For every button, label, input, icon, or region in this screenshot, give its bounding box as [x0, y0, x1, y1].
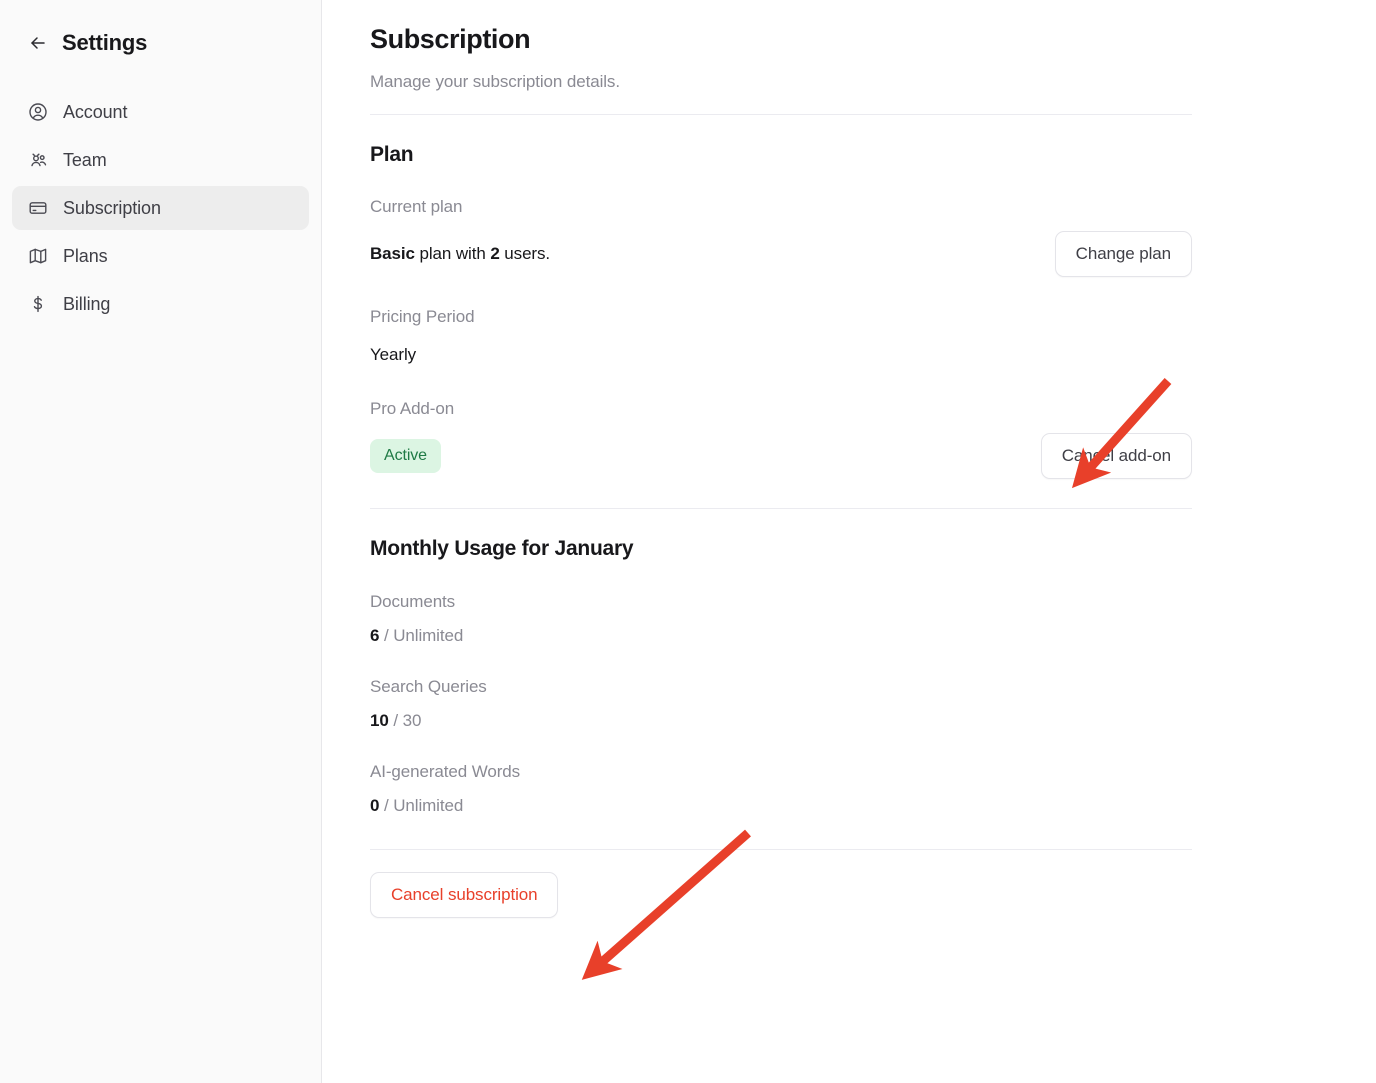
- current-plan-user-count: 2: [490, 244, 500, 263]
- current-plan-label: Current plan: [370, 197, 463, 216]
- dollar-icon: [28, 294, 48, 314]
- change-plan-button[interactable]: Change plan: [1054, 231, 1192, 277]
- plan-section-heading: Plan: [370, 143, 414, 166]
- sidebar-item-team[interactable]: Team: [12, 138, 309, 182]
- current-plan-mid-text: plan with: [414, 244, 491, 263]
- sidebar-item-label: Plans: [63, 245, 108, 266]
- status-badge: Active: [370, 439, 441, 473]
- sidebar-header: Settings: [0, 22, 321, 64]
- usage-used: 10: [370, 711, 389, 730]
- divider-top: [370, 114, 1192, 115]
- map-icon: [28, 246, 48, 266]
- usage-used: 6: [370, 626, 380, 645]
- usage-limit: Unlimited: [393, 796, 464, 815]
- pro-addon-label: Pro Add-on: [370, 399, 455, 418]
- current-plan-name: Basic: [370, 244, 415, 263]
- usage-separator: /: [379, 796, 394, 815]
- settings-title: Settings: [62, 30, 148, 55]
- sidebar-item-billing[interactable]: Billing: [12, 282, 309, 326]
- usage-metric-value: 10 / 30: [370, 711, 1192, 731]
- divider-middle: [370, 508, 1192, 509]
- usage-limit: 30: [402, 711, 422, 730]
- pricing-period-label: Pricing Period: [370, 307, 475, 326]
- main-content: Subscription Manage your subscription de…: [322, 0, 1376, 1083]
- page-title: Subscription: [370, 24, 531, 54]
- sidebar-item-subscription[interactable]: Subscription: [12, 186, 309, 230]
- content-column: Subscription Manage your subscription de…: [370, 22, 1192, 918]
- usage-limit: Unlimited: [393, 626, 464, 645]
- usage-used: 0: [370, 796, 380, 815]
- sidebar-item-label: Account: [63, 101, 128, 122]
- sidebar-item-label: Team: [63, 149, 107, 170]
- pro-addon-row: Active Cancel add-on: [370, 433, 1192, 479]
- cancel-subscription-button[interactable]: Cancel subscription: [370, 872, 559, 918]
- usage-separator: /: [379, 626, 394, 645]
- current-plan-row: Basic plan with 2 users. Change plan: [370, 231, 1192, 277]
- sidebar-item-plans[interactable]: Plans: [12, 234, 309, 278]
- pricing-period-row: Yearly: [370, 341, 1192, 369]
- footer-actions: Cancel subscription: [370, 872, 1192, 918]
- credit-card-icon: [28, 198, 48, 218]
- pricing-period-value: Yearly: [370, 345, 417, 364]
- cancel-add-on-button[interactable]: Cancel add-on: [1040, 433, 1192, 479]
- usage-metric-label: Documents: [370, 592, 456, 611]
- usage-separator: /: [388, 711, 403, 730]
- usage-metric-value: 0 / Unlimited: [370, 796, 1192, 816]
- page-subtitle: Manage your subscription details.: [370, 72, 620, 91]
- sidebar-nav: Account Team Subscription Plans Billing: [0, 90, 321, 326]
- user-circle-icon: [28, 102, 48, 122]
- usage-metric-value: 6 / Unlimited: [370, 626, 1192, 646]
- settings-subscription-page: Settings Account Team Subscription Plans…: [0, 0, 1376, 1083]
- settings-sidebar: Settings Account Team Subscription Plans…: [0, 0, 322, 1083]
- current-plan-value: Basic plan with 2 users.: [370, 244, 550, 264]
- sidebar-item-account[interactable]: Account: [12, 90, 309, 134]
- current-plan-end-text: users.: [499, 244, 551, 263]
- usage-metric-label: Search Queries: [370, 677, 487, 696]
- divider-bottom: [370, 849, 1192, 850]
- users-icon: [28, 150, 48, 170]
- arrow-left-icon[interactable]: [28, 33, 48, 53]
- sidebar-item-label: Billing: [63, 293, 111, 314]
- sidebar-item-label: Subscription: [63, 197, 161, 218]
- usage-section-heading: Monthly Usage for January: [370, 537, 634, 560]
- usage-metric-label: AI-generated Words: [370, 762, 521, 781]
